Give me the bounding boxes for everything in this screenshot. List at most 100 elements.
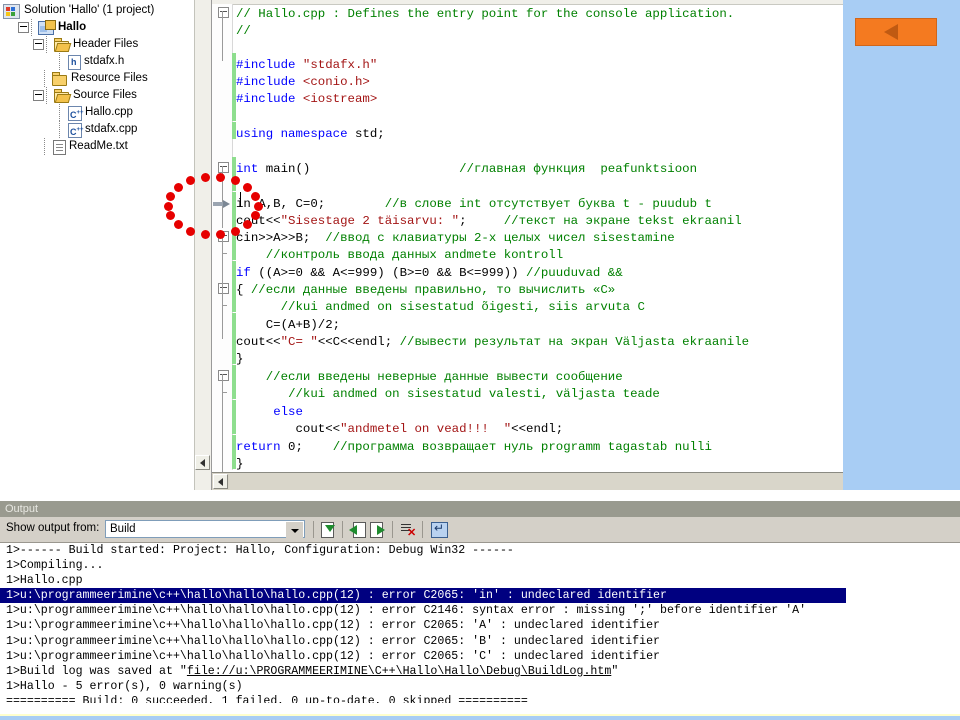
tree-item-hallo[interactable]: Hallo (3, 19, 211, 36)
code-token: ; (459, 214, 504, 228)
code-line: //kui andmed on sisestatud õigesti, siis… (236, 299, 645, 316)
code-token: cout<< (236, 335, 281, 349)
scroll-left-button[interactable] (195, 455, 210, 470)
tree-item-readme-txt[interactable]: ReadMe.txt (3, 138, 211, 155)
folder-open-icon (53, 88, 69, 103)
collapse-toggle-icon[interactable] (218, 370, 229, 381)
arrow-left-icon (884, 24, 898, 40)
output-line[interactable]: 1>u:\programmeerimine\c++\hallo\hallo\ha… (6, 649, 960, 664)
tree-item-solution-hallo-1-project[interactable]: Solution 'Hallo' (1 project) (3, 2, 211, 19)
output-line[interactable]: 1>Build log was saved at "file://u:\PROG… (6, 664, 960, 679)
cpp-file-icon: C++ (68, 122, 84, 138)
code-editor-pane[interactable]: // Hallo.cpp : Defines the entry point f… (212, 0, 843, 490)
code-token: { (236, 283, 251, 297)
tree-item-label: ReadMe.txt (69, 140, 128, 152)
expander-icon[interactable] (33, 90, 44, 101)
outline-connector (222, 374, 223, 472)
output-line-text: " (611, 664, 619, 678)
output-line[interactable]: 1>------ Build started: Project: Hallo, … (6, 543, 960, 558)
editor-horizontal-scrollbar[interactable] (212, 472, 843, 490)
code-token: //ввод с клавиатуры 2-х целых чисел sise… (325, 231, 675, 245)
toggle-word-wrap-button[interactable] (429, 520, 448, 539)
code-line: //если введены неверные данные вывести с… (236, 369, 623, 386)
code-token: //kui andmed on sisestatud valesti, välj… (288, 387, 660, 401)
build-log-link[interactable]: file://u:\PROGRAMMEERIMINE\C++\Hallo\Hal… (187, 665, 611, 678)
go-to-next-message-button[interactable] (369, 520, 388, 539)
tree-item-label: Hallo (58, 21, 87, 33)
code-token: //текст на экране tekst ekraanil (503, 214, 742, 228)
code-token: main() (258, 162, 460, 176)
code-line: } (236, 351, 243, 368)
output-line[interactable]: 1>Hallo - 5 error(s), 0 warning(s) (6, 679, 960, 694)
code-token: //контроль ввода данных andmete kontroll (265, 248, 564, 262)
tree-item-label: Source Files (73, 89, 137, 101)
scroll-left-button[interactable] (213, 474, 228, 489)
expander-icon[interactable] (33, 39, 44, 50)
output-line[interactable]: 1>u:\programmeerimine\c++\hallo\hallo\ha… (6, 618, 960, 633)
solution-tree[interactable]: Solution 'Hallo' (1 project) Hallo Header … (0, 0, 211, 155)
code-token: // Hallo.cpp : Defines the entry point f… (236, 7, 735, 21)
collapse-toggle-icon[interactable] (218, 231, 229, 242)
tree-item-header-files[interactable]: Header Files (3, 36, 211, 53)
arrow-down-icon (325, 525, 335, 532)
word-wrap-icon (431, 521, 448, 538)
collapse-toggle-icon[interactable] (218, 162, 229, 173)
code-line: return 0; //программа возвращает нуль pr… (236, 439, 712, 456)
outline-connector (222, 287, 223, 339)
text-caret (240, 192, 241, 207)
code-token: //программа возвращает нуль programm tag… (332, 440, 712, 454)
output-line-text: 1>Build log was saved at " (6, 664, 187, 678)
toolbar-separator (342, 521, 343, 538)
code-line: C=(A+B)/2; (236, 317, 340, 334)
code-line: // Hallo.cpp : Defines the entry point f… (236, 6, 734, 23)
tree-item-stdafx-h[interactable]: h stdafx.h (3, 53, 211, 70)
code-token: <<endl; (511, 422, 564, 436)
collapse-toggle-icon[interactable] (218, 7, 229, 18)
show-output-from-label: Show output from: (6, 522, 100, 534)
output-bottom-blue-strip (0, 716, 960, 720)
code-token: //главная функция peafunktsioon (459, 162, 698, 176)
code-token: cout<< (236, 422, 341, 436)
output-line[interactable]: 1>Compiling... (6, 558, 960, 573)
code-line: cout<<"andmetel on vead!!! "<<endl; (236, 421, 563, 438)
code-line: #include "stdafx.h" (236, 57, 377, 74)
tree-item-label: Solution 'Hallo' (1 project) (24, 4, 155, 16)
tree-item-source-files[interactable]: Source Files (3, 87, 211, 104)
arrow-left-icon (349, 525, 357, 535)
output-text-area[interactable]: 1>------ Build started: Project: Hallo, … (0, 543, 960, 703)
code-token: <<C<<endl; (317, 335, 400, 349)
tree-item-hallo-cpp[interactable]: C++ Hallo.cpp (3, 104, 211, 121)
bookmark-arrow-icon (213, 200, 230, 208)
collapse-toggle-icon[interactable] (218, 283, 229, 294)
clear-all-button[interactable]: ✕ (398, 520, 417, 539)
code-line: in A,B, C=0; //в слове int отсутствует б… (236, 196, 712, 213)
expander-icon[interactable] (18, 22, 29, 33)
code-token: "andmetel on vead!!! " (340, 422, 512, 436)
tree-item-resource-files[interactable]: Resource Files (3, 70, 211, 87)
navigation-back-button[interactable] (855, 18, 937, 46)
solution-explorer-scrollbar[interactable] (194, 0, 211, 490)
code-text-area[interactable]: // Hallo.cpp : Defines the entry point f… (236, 4, 843, 490)
output-line-selected[interactable]: 1>u:\programmeerimine\c++\hallo\hallo\ha… (0, 588, 846, 604)
output-line[interactable]: 1>u:\programmeerimine\c++\hallo\hallo\ha… (6, 603, 960, 618)
go-to-previous-message-button[interactable] (347, 520, 366, 539)
output-line[interactable]: ========== Build: 0 succeeded, 1 failed,… (6, 694, 960, 703)
scrollbar-track[interactable] (229, 473, 843, 490)
header-file-icon: h (68, 54, 81, 70)
outline-connector (222, 11, 223, 61)
code-line: //контроль ввода данных andmete kontroll (236, 247, 563, 264)
tree-item-label: Hallo.cpp (85, 106, 133, 118)
output-line[interactable]: 1>Hallo.cpp (6, 573, 960, 588)
chevron-down-icon[interactable] (286, 522, 303, 538)
folder-open-icon (53, 37, 69, 52)
code-token: //вывести результат на экран Väljasta ek… (399, 335, 750, 349)
tree-item-label: Resource Files (71, 72, 148, 84)
arrow-left-icon (218, 478, 223, 486)
solution-explorer-panel[interactable]: Solution 'Hallo' (1 project) Hallo Header … (0, 0, 212, 490)
show-output-from-select[interactable]: Build (105, 520, 305, 538)
find-message-in-code-button[interactable] (318, 520, 337, 539)
output-line[interactable]: 1>u:\programmeerimine\c++\hallo\hallo\ha… (6, 634, 960, 649)
code-line: cin>>A>>B; //ввод с клавиатуры 2-х целых… (236, 230, 675, 247)
tree-item-stdafx-cpp[interactable]: C++ stdafx.cpp (3, 121, 211, 138)
